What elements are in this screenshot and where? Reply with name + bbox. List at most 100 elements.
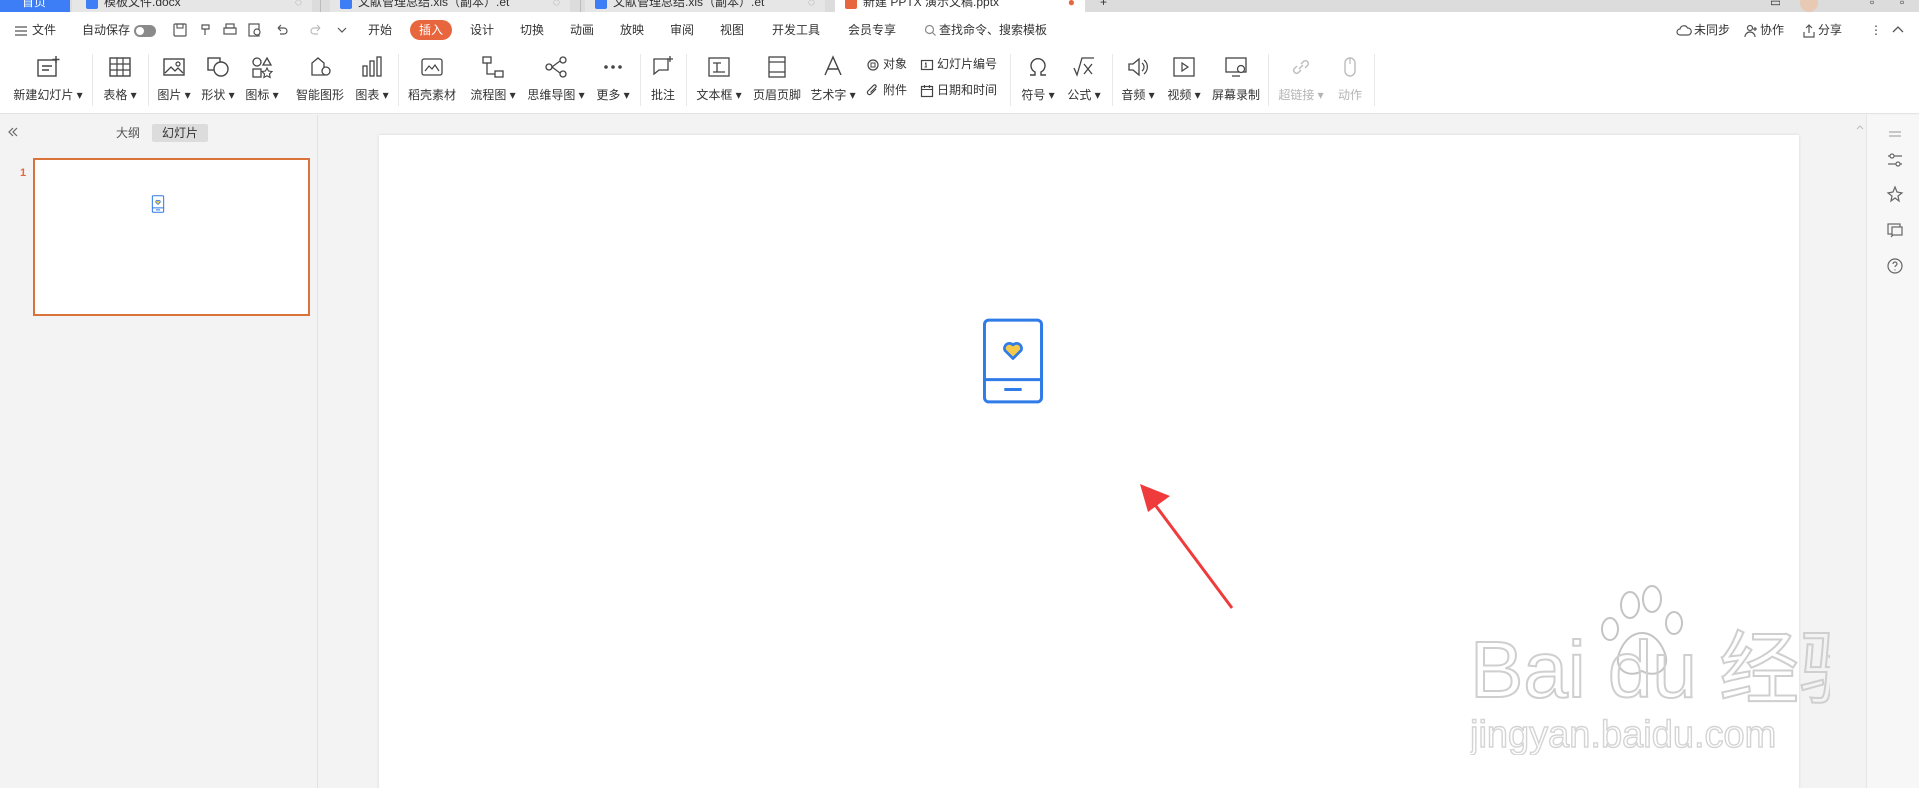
settings-sliders-icon[interactable] (1886, 151, 1904, 169)
slide-thumbnail[interactable] (33, 158, 310, 316)
tab-et-1[interactable]: 文献管理总结.xls（副本）.et ◌ (330, 0, 570, 12)
tab-docx[interactable]: 模板文件.docx ◌ (72, 0, 312, 12)
new-tab-button[interactable]: + (1096, 0, 1116, 12)
symbol-label: 符号 (1021, 88, 1046, 102)
header-footer-button[interactable]: 页眉页脚 (750, 52, 804, 108)
wps-presentation-window: 首页 模板文件.docx ◌ 文献管理总结.xls（副本）.et ◌ 文献管理总… (0, 0, 1919, 788)
icon-label: 图标 (245, 88, 270, 102)
tab-et-2[interactable]: 文献管理总结.xls（副本）.et ◌ (585, 0, 825, 12)
tab-pptx[interactable]: 新建 PPTX 演示文稿.pptx ● (835, 0, 1085, 12)
speaker-icon (1128, 57, 1148, 77)
video-button[interactable]: 视频 ▾ (1164, 52, 1204, 108)
close-icon[interactable]: ● (1068, 0, 1075, 10)
tab-transition-label: 切换 (520, 23, 545, 37)
word-doc-icon (86, 0, 98, 9)
audio-button[interactable]: 音频 ▾ (1118, 52, 1158, 108)
hyperlink-button[interactable]: 超链接 ▾ (1276, 52, 1326, 108)
print-preview-icon[interactable] (247, 22, 263, 38)
tab-home[interactable]: 首页 (0, 0, 70, 12)
undo-icon[interactable] (274, 22, 290, 38)
tab-start[interactable]: 开始 (368, 12, 392, 48)
mindmap-icon (545, 56, 567, 78)
picture-icon (163, 58, 185, 76)
save-icon[interactable] (172, 22, 188, 38)
close-icon[interactable]: ◌ (553, 0, 560, 10)
object-icon (867, 59, 879, 71)
redo-icon[interactable] (308, 22, 324, 38)
object-button[interactable]: 对象 (866, 54, 907, 74)
more-label: 更多 (596, 88, 621, 102)
collab-button[interactable]: 协作 (1744, 12, 1784, 48)
collapse-panel-icon[interactable] (6, 125, 20, 139)
tab-developer[interactable]: 开发工具 (772, 12, 820, 48)
tab-slideshow[interactable]: 放映 (620, 12, 644, 48)
new-slide-button[interactable]: 新建幻灯片 ▾ (10, 52, 86, 108)
tab-slides[interactable]: 幻灯片 (152, 124, 209, 142)
daoke-material-button[interactable]: 稻壳素材 (404, 52, 460, 108)
formula-button[interactable]: 公式 ▾ (1062, 52, 1106, 108)
picture-button[interactable]: 图片 ▾ (154, 52, 194, 108)
comment-icon (653, 56, 673, 76)
link-icon (1293, 60, 1309, 74)
comment-button[interactable]: 批注 (646, 52, 680, 108)
format-painter-icon[interactable] (198, 22, 214, 38)
more-button[interactable]: 更多 ▾ (592, 52, 634, 108)
close-icon[interactable]: ◌ (295, 0, 302, 10)
screen-record-button[interactable]: 屏幕录制 (1210, 52, 1262, 108)
icon-button[interactable]: 图标 ▾ (242, 52, 282, 108)
phone-heart-icon[interactable] (982, 317, 1044, 405)
share-button[interactable]: 分享 (1802, 12, 1842, 48)
tab-review[interactable]: 审阅 (670, 12, 694, 48)
autosave-toggle[interactable]: 自动保存 (82, 12, 157, 48)
smart-graphic-label: 智能图形 (295, 88, 344, 102)
collapse-ribbon-icon[interactable] (1890, 22, 1906, 38)
slide-number-icon (920, 59, 934, 70)
tab-animation[interactable]: 动画 (570, 12, 594, 48)
command-search[interactable]: 查找命令、搜索模板 (924, 12, 1047, 48)
quick-access-dropdown-icon[interactable] (334, 22, 350, 38)
comment-label: 批注 (650, 88, 675, 102)
close-icon[interactable]: ◌ (808, 0, 815, 10)
shape-button[interactable]: 形状 ▾ (198, 52, 238, 108)
pane-grip-icon[interactable] (1886, 125, 1904, 143)
textbox-button[interactable]: 文本框 ▾ (694, 52, 744, 108)
tab-member[interactable]: 会员专享 (848, 12, 896, 48)
new-slide-icon (37, 56, 60, 77)
sync-status[interactable]: 未同步 (1676, 12, 1730, 48)
tab-insert[interactable]: 插入 (410, 12, 453, 48)
pin-icon[interactable] (1886, 185, 1904, 203)
print-icon[interactable] (222, 22, 238, 38)
tab-outline[interactable]: 大纲 (106, 124, 150, 142)
flowchart-button[interactable]: 流程图 ▾ (468, 52, 518, 108)
wordart-label: 艺术字 (810, 88, 847, 102)
vertical-scrollbar[interactable] (1854, 115, 1866, 788)
mindmap-button[interactable]: 思维导图 ▾ (526, 52, 586, 108)
more-options-icon[interactable]: ⋮ (1870, 12, 1882, 48)
file-menu[interactable]: 文件 (14, 12, 56, 48)
smart-graphic-button[interactable]: 智能图形 (290, 52, 350, 108)
symbol-button[interactable]: 符号 ▾ (1016, 52, 1060, 108)
help-icon[interactable] (1886, 257, 1904, 275)
slide-number-button[interactable]: 幻灯片编号 (920, 54, 997, 74)
tab-design[interactable]: 设计 (470, 12, 494, 48)
date-time-button[interactable]: 日期和时间 (920, 80, 997, 100)
attachment-button[interactable]: 附件 (866, 80, 907, 100)
scroll-up-icon[interactable] (1856, 123, 1864, 131)
icon-library-icon (252, 56, 274, 79)
presentation-icon (845, 0, 857, 9)
avatar[interactable] (1800, 0, 1824, 12)
toggle-switch[interactable] (134, 24, 157, 37)
tab-transition[interactable]: 切换 (520, 12, 544, 48)
share-icon (1803, 23, 1815, 38)
tab-view[interactable]: 视图 (720, 12, 744, 48)
table-button[interactable]: 表格 ▾ (98, 52, 142, 108)
comment-pane-icon[interactable] (1886, 221, 1904, 239)
action-button[interactable]: 动作 (1332, 52, 1368, 108)
close-window-icon[interactable]: ▫ (1890, 0, 1910, 12)
red-arrow-annotation (1140, 484, 1234, 609)
tab-et-1-label: 文献管理总结.xls（副本）.et (358, 0, 510, 9)
restore-window-icon[interactable]: ▫ (1860, 0, 1880, 12)
wordart-button[interactable]: 艺术字 ▾ (810, 52, 856, 108)
window-menu-icon[interactable]: ▭ (1760, 0, 1780, 12)
chart-button[interactable]: 图表 ▾ (352, 52, 392, 108)
